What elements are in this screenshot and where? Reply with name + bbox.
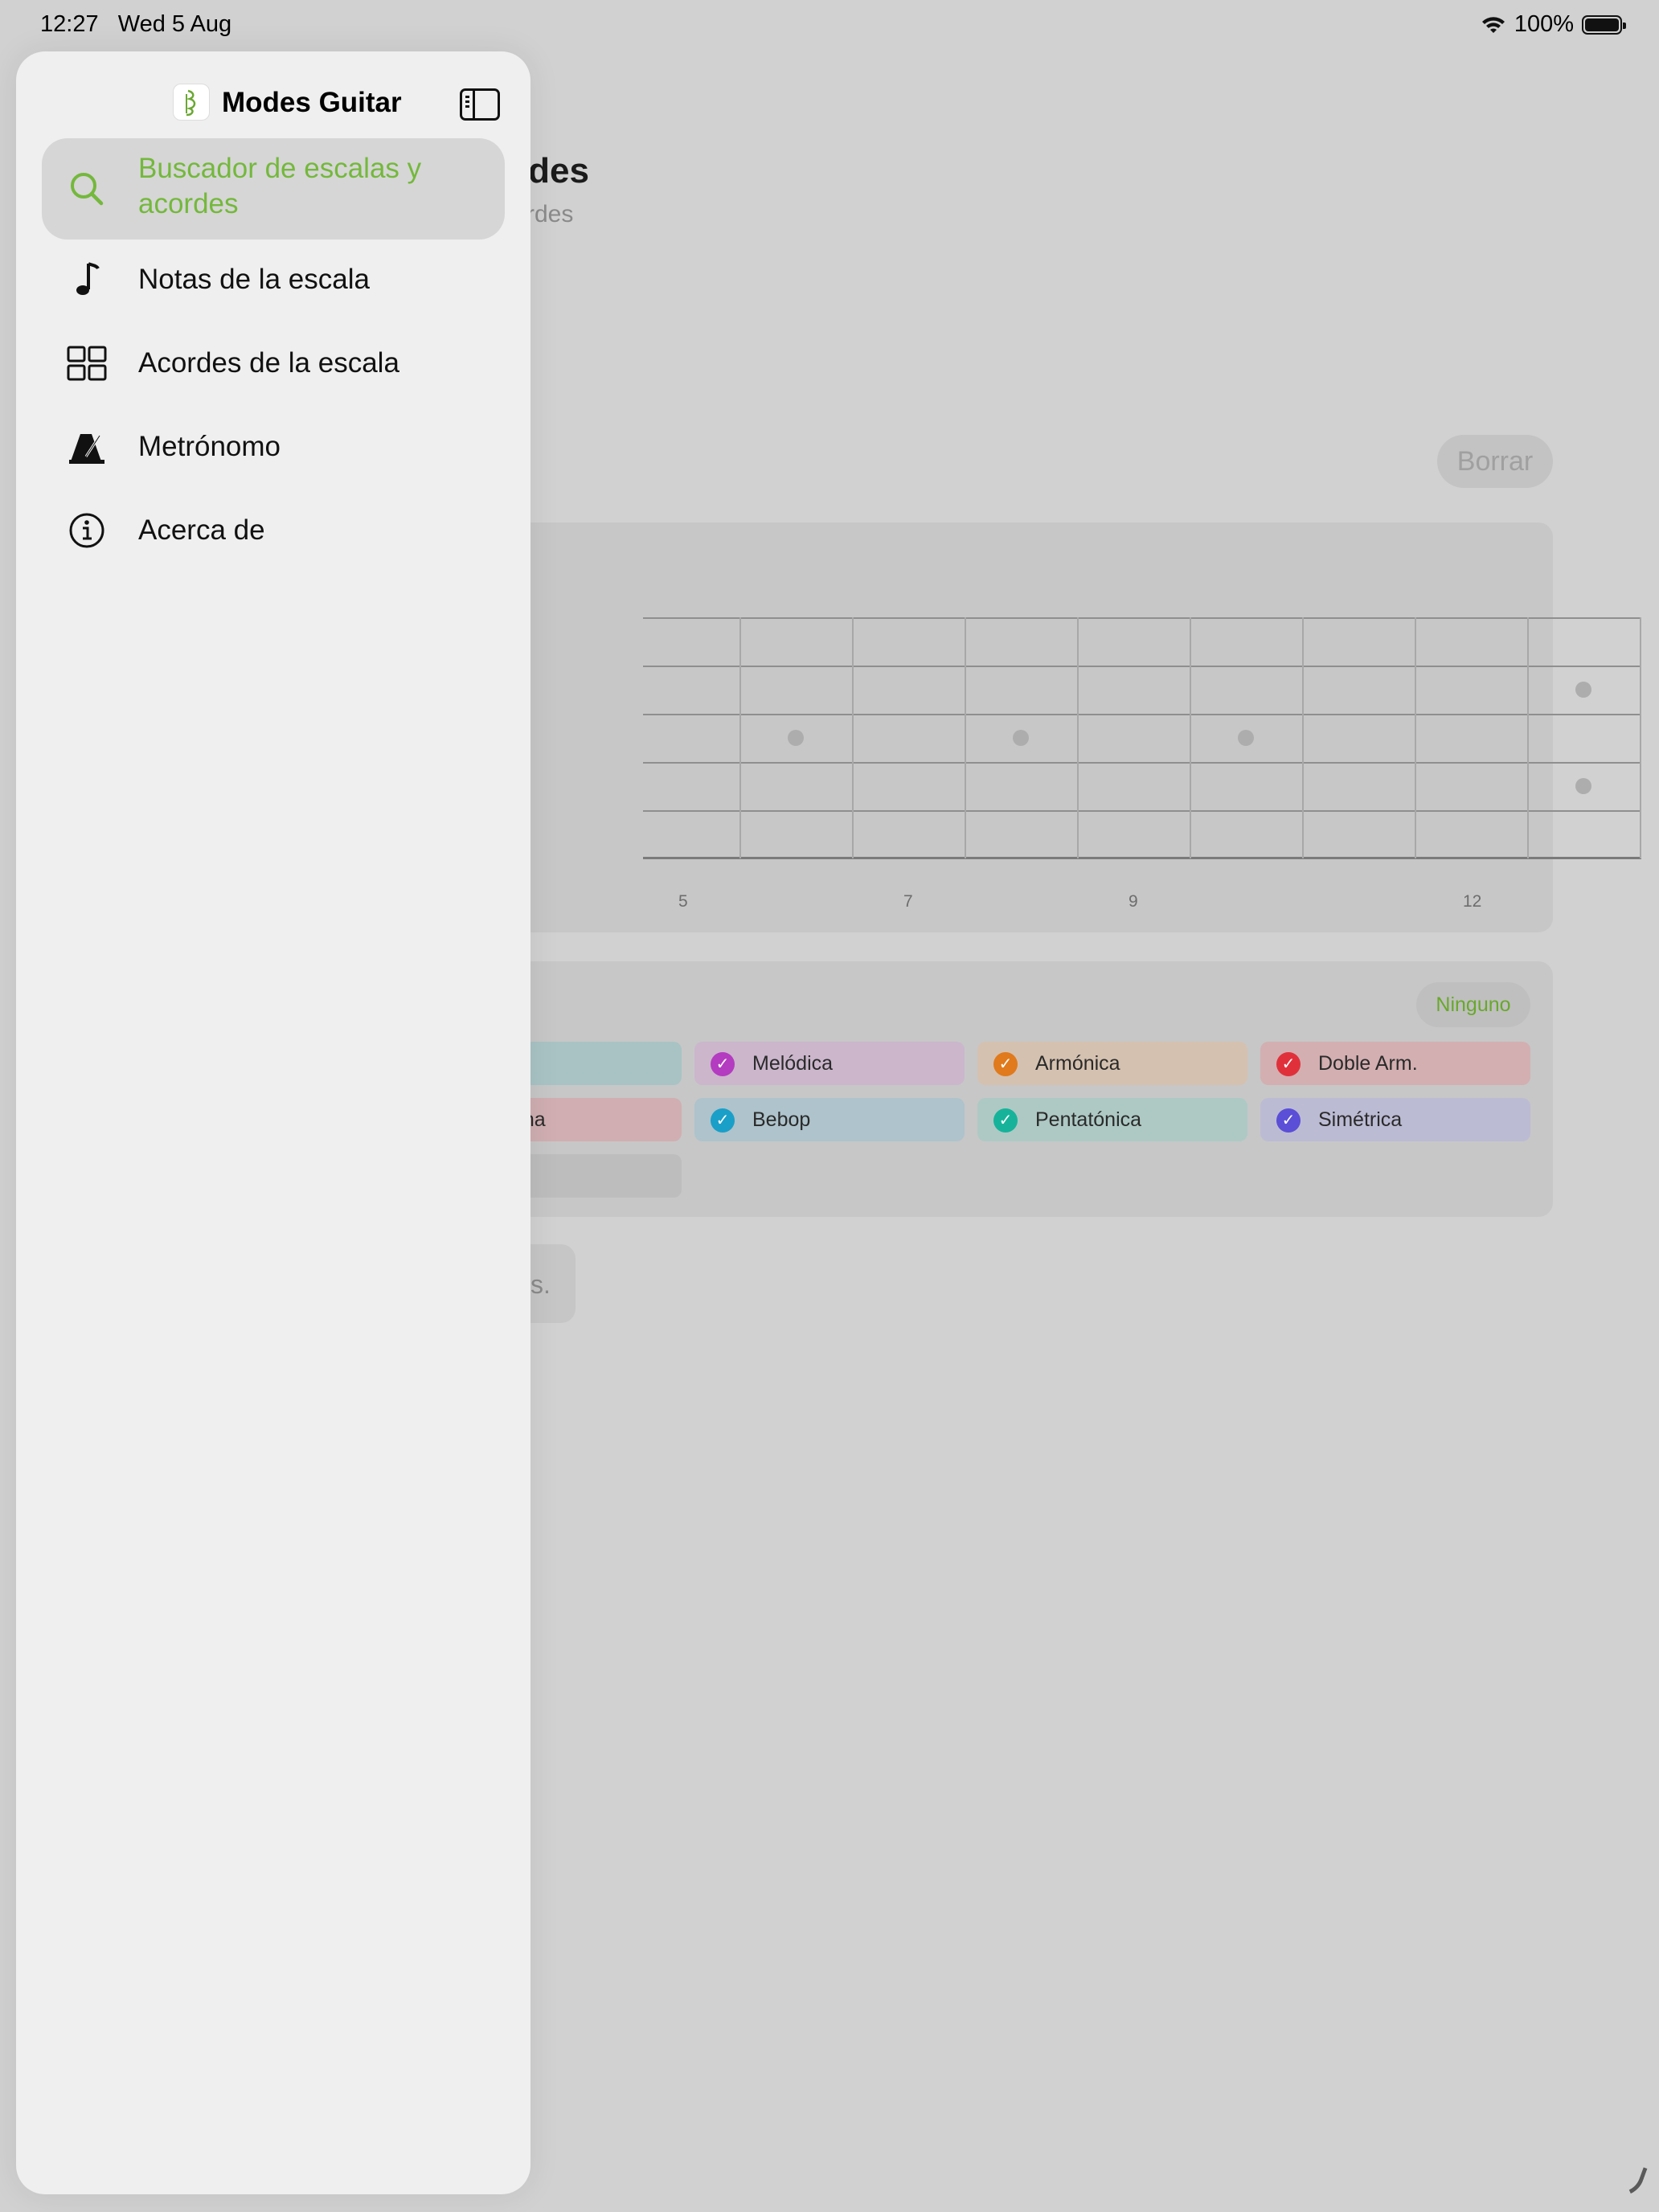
results-hint-text: s.: [530, 1270, 551, 1299]
scale-chip-bebop[interactable]: ✓ Bebop: [694, 1098, 965, 1141]
sidebar-item-about[interactable]: Acerca de: [42, 498, 505, 563]
fret-number: 7: [903, 892, 913, 911]
page-subtitle: rdes: [526, 201, 574, 227]
checkmark-icon: ✓: [711, 1108, 735, 1133]
info-icon: [66, 510, 108, 551]
fret-number: 5: [678, 892, 688, 911]
grid-icon: [66, 342, 108, 384]
sidebar-item-label: Acerca de: [138, 514, 265, 546]
sidebar-item-scale-notes[interactable]: Notas de la escala: [42, 248, 505, 312]
fret-marker: [1575, 778, 1591, 794]
sidebar-item-label: Acordes de la escala: [138, 347, 399, 379]
checkmark-icon: ✓: [711, 1052, 735, 1076]
fret-marker: [788, 730, 804, 746]
fret-number: 12: [1463, 892, 1482, 911]
sidebar-item-label: Buscador de escalas y acordes: [138, 153, 422, 219]
sidebar-item-scale-chord-finder[interactable]: Buscador de escalas y acordes: [42, 138, 505, 240]
metronome-icon: [66, 426, 108, 468]
checkmark-icon: ✓: [993, 1052, 1018, 1076]
search-icon: [66, 168, 108, 210]
sidebar-toggle-icon[interactable]: [460, 88, 500, 121]
scale-chip-doble-arm[interactable]: ✓ Doble Arm.: [1260, 1042, 1530, 1085]
checkmark-icon: ✓: [993, 1108, 1018, 1133]
resize-handle-icon[interactable]: [1605, 2157, 1648, 2203]
fret-marker: [1575, 682, 1591, 698]
scale-chip-armonica[interactable]: ✓ Armónica: [977, 1042, 1247, 1085]
select-none-button[interactable]: Ninguno: [1416, 982, 1530, 1027]
fret-number: 9: [1129, 892, 1138, 911]
sidebar-item-metronome[interactable]: Metrónomo: [42, 415, 505, 479]
fret-marker: [1238, 730, 1254, 746]
app-name: Modes Guitar: [222, 87, 402, 118]
scale-chip-pentatonica[interactable]: ✓ Pentatónica: [977, 1098, 1247, 1141]
sidebar-item-label: Metrónomo: [138, 431, 281, 462]
clear-button[interactable]: Borrar: [1437, 435, 1553, 488]
music-note-icon: [66, 259, 108, 301]
app-logo-icon: [173, 84, 210, 121]
sidebar-header: Modes Guitar: [16, 68, 530, 132]
checkmark-icon: ✓: [1276, 1052, 1301, 1076]
fret-marker: [1013, 730, 1029, 746]
sidebar-item-scale-chords[interactable]: Acordes de la escala: [42, 331, 505, 395]
sidebar: Modes Guitar Buscador de escalas y acord…: [16, 51, 530, 2194]
scale-chip-melodica[interactable]: ✓ Melódica: [694, 1042, 965, 1085]
scale-chip-simetrica[interactable]: ✓ Simétrica: [1260, 1098, 1530, 1141]
sidebar-item-label: Notas de la escala: [138, 264, 370, 295]
checkmark-icon: ✓: [1276, 1108, 1301, 1133]
fretboard: [643, 617, 1641, 859]
